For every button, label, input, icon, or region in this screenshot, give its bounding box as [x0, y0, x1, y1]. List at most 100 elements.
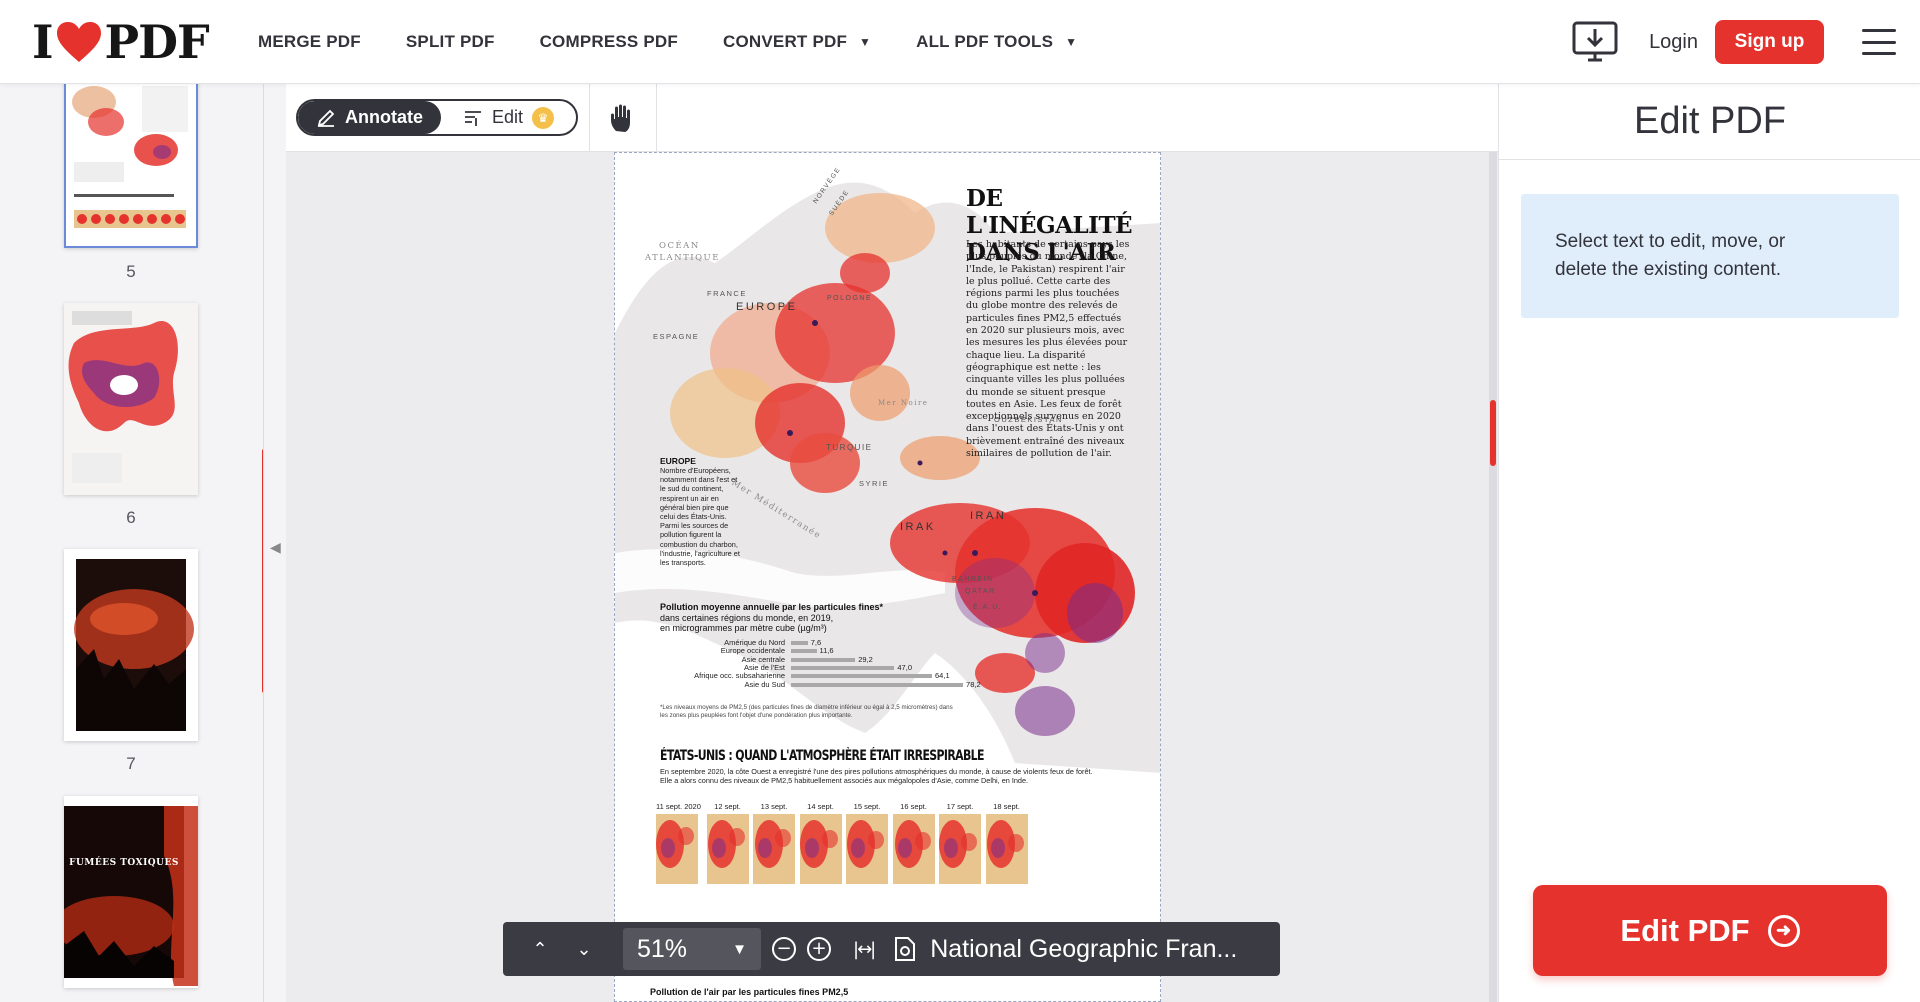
bar — [791, 641, 808, 645]
us-map-date: 15 sept. — [853, 802, 881, 811]
chart-subtitle: en microgrammes par mètre cube (µg/m³) — [660, 623, 827, 633]
chevron-down-icon[interactable]: ⌄ — [562, 939, 606, 960]
mode-toggle: Annotate Edit ♛ — [296, 99, 578, 136]
toolbar-divider — [656, 84, 657, 152]
us-map-image — [799, 814, 842, 884]
nav-split-pdf[interactable]: SPLIT PDF — [406, 32, 495, 52]
annotate-mode-button[interactable]: Annotate — [298, 101, 441, 134]
nav-label: MERGE PDF — [258, 32, 361, 51]
bar — [791, 649, 817, 654]
us-map-image — [985, 814, 1028, 884]
bar — [791, 657, 856, 662]
edit-pdf-panel: Edit PDF Select text to edit, move, or d… — [1498, 84, 1920, 1002]
chevron-up-icon[interactable]: ⌃ — [518, 939, 562, 960]
fit-width-icon[interactable]: |↔| — [853, 939, 876, 960]
map-label: IRAN — [970, 510, 1007, 522]
europe-text: Nombre d'Européens, notamment dans l'est… — [660, 466, 740, 568]
bar — [791, 665, 895, 670]
ilovepdf-logo[interactable]: I PDF — [32, 15, 210, 69]
vertical-scrollbar-track[interactable] — [1489, 152, 1497, 1002]
map-label: OCÉAN — [659, 241, 700, 251]
bar — [791, 682, 964, 687]
chart-title: Pollution moyenne annuelle par les parti… — [660, 602, 883, 634]
page-navigation-bar: ⌃ ⌄ 51% ▼ − + |↔| National Geographic Fr… — [503, 922, 1280, 976]
pdf-page[interactable]: OCÉAN ATLANTIQUE EUROPE FRANCE ESPAGNE P… — [614, 152, 1161, 1002]
map-label: BAHREÏN — [952, 576, 994, 583]
nav-all-pdf-tools[interactable]: ALL PDF TOOLS ▼ — [916, 32, 1077, 52]
thumbnail-page-number: 5 — [126, 262, 136, 281]
zoom-select[interactable]: 51% ▼ — [623, 928, 761, 970]
hamburger-menu-icon[interactable] — [1862, 29, 1896, 55]
edit-pdf-button[interactable]: Edit PDF ➜ — [1533, 885, 1887, 976]
desktop-download-icon[interactable] — [1571, 20, 1619, 64]
caret-down-icon: ▼ — [859, 35, 872, 49]
article-body: Les habitants de certains pays les plus … — [966, 239, 1130, 460]
annotate-label: Annotate — [345, 107, 423, 127]
edit-mode-button[interactable]: Edit ♛ — [441, 101, 576, 134]
chart-subtitle: dans certaines régions du monde, en 2019… — [660, 612, 834, 623]
bar-category-label: Asie du Sud — [744, 679, 785, 689]
us-map-date: 16 sept. — [900, 802, 927, 811]
edit-pdf-button-label: Edit PDF — [1620, 912, 1750, 948]
sidebar-resize-handle[interactable] — [262, 449, 263, 693]
login-link[interactable]: Login — [1649, 31, 1698, 54]
thumbnail-photo — [64, 796, 198, 988]
instruction-line: delete the existing content. — [1555, 259, 1782, 280]
bar — [791, 674, 933, 679]
edit-label: Edit — [491, 107, 524, 127]
us-map-image — [656, 814, 698, 884]
document-settings-icon[interactable] — [894, 936, 916, 962]
us-section-title: ÉTATS-UNIS : QUAND L'ATMOSPHÈRE ÉTAIT IR… — [660, 748, 984, 764]
us-map-image — [846, 814, 888, 884]
editor-toolbar: Annotate Edit ♛ — [286, 84, 1498, 152]
nav-merge-pdf[interactable]: MERGE PDF — [258, 32, 361, 52]
us-fire-map: 18 sept. — [985, 802, 1028, 884]
chart-title-text: Pollution moyenne annuelle par les parti… — [660, 602, 884, 612]
document-name: National Geographic Fran... — [930, 934, 1238, 963]
us-fire-map: 14 sept. — [799, 802, 842, 884]
thumbnail-image — [64, 303, 198, 495]
us-map-date: 13 sept. — [760, 802, 788, 811]
thumbnail-map — [64, 303, 198, 495]
map-label: TURQUIE — [826, 443, 873, 452]
top-navbar: I PDF MERGE PDF SPLIT PDF COMPRESS PDF C… — [0, 0, 1920, 84]
edit-instructions: Select text to edit, move, or delete the… — [1521, 194, 1899, 318]
thumbnail-map — [66, 84, 196, 246]
thumbnail-page-number: 7 — [126, 754, 136, 773]
us-map-image — [706, 814, 749, 884]
us-map-date: 11 sept. 2020 — [656, 802, 701, 811]
premium-crown-icon: ♛ — [532, 106, 555, 129]
logo-text-pdf: PDF — [104, 15, 210, 69]
nav-label: SPLIT PDF — [405, 32, 495, 51]
signup-button[interactable]: Sign up — [1715, 20, 1824, 64]
hand-pan-icon[interactable] — [606, 101, 640, 135]
bar-value-label: 78,2 — [966, 679, 981, 689]
thumbnail-image: FUMÉES TOXIQUES — [64, 796, 198, 988]
pen-icon — [317, 109, 335, 127]
map-label: É.A.U. — [973, 604, 1003, 611]
nav-compress-pdf[interactable]: COMPRESS PDF — [540, 32, 678, 52]
us-fire-map: 12 sept. — [706, 802, 749, 884]
nav-convert-pdf[interactable]: CONVERT PDF ▼ — [723, 32, 871, 52]
thumbnail-page-7[interactable] — [64, 549, 198, 741]
chart-footnote: *Les niveaux moyens de PM2,5 (des partic… — [660, 704, 953, 719]
thumbnail-photo — [64, 549, 198, 741]
map-label: Mer Noire — [878, 399, 929, 407]
us-map-image — [892, 814, 935, 884]
bar-row: Asie du Sud 78,2 — [645, 679, 981, 690]
thumbnail-page-8[interactable]: FUMÉES TOXIQUES — [64, 796, 198, 988]
caret-down-icon: ▼ — [1065, 35, 1078, 49]
us-map-image — [939, 814, 981, 884]
thumbnail-page-5[interactable] — [64, 84, 198, 248]
collapse-sidebar-icon[interactable]: ◀ — [270, 540, 281, 556]
us-fire-map: 13 sept. — [753, 802, 795, 884]
thumbnail-page-6[interactable] — [64, 303, 198, 495]
article-title-line: DE L'INÉGALITÉ — [966, 185, 1133, 239]
main-nav: MERGE PDF SPLIT PDF COMPRESS PDF CONVERT… — [258, 0, 1122, 84]
zoom-in-icon[interactable]: + — [807, 937, 831, 961]
zoom-out-icon[interactable]: − — [772, 937, 796, 961]
thumbnail-image — [64, 549, 198, 741]
header-actions: Login Sign up — [1571, 0, 1920, 84]
thumbnail-cover-title: FUMÉES TOXIQUES — [69, 858, 179, 868]
vertical-scrollbar-thumb[interactable] — [1490, 400, 1496, 466]
